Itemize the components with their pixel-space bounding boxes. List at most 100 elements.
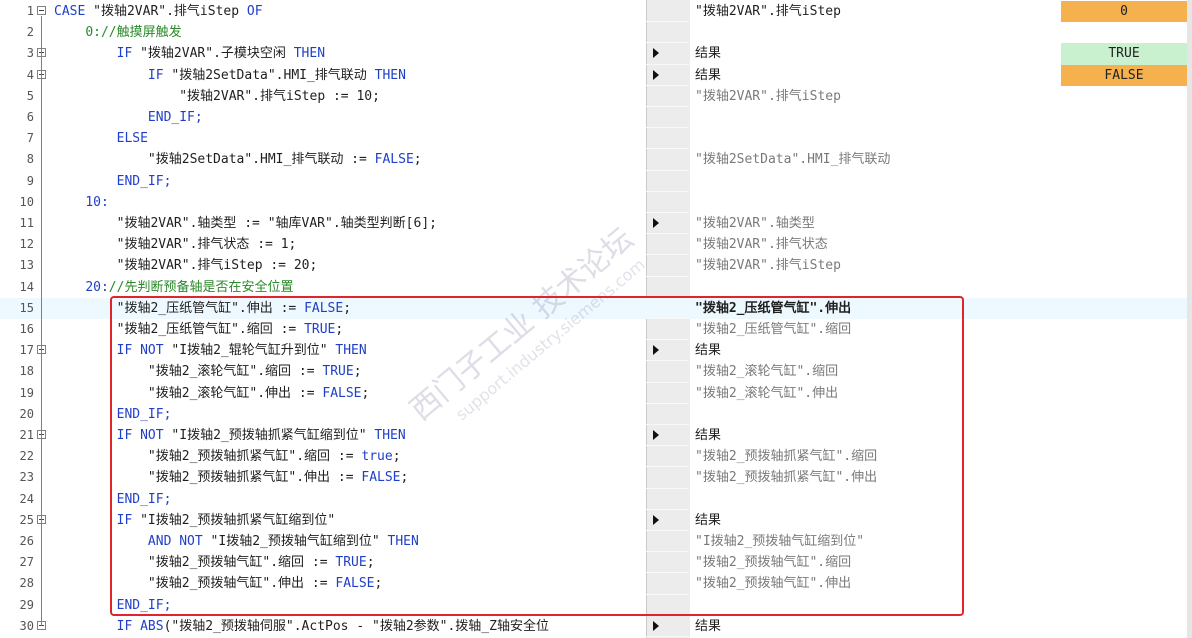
expand-arrow-icon[interactable] bbox=[653, 514, 659, 525]
code-line[interactable]: 24 END_IF; bbox=[0, 489, 1192, 510]
line-number: 3 bbox=[26, 46, 34, 61]
code-line[interactable]: 13 "拨轴2VAR".排气iStep := 20; "拨轴2VAR".排气iSt… bbox=[0, 255, 1192, 277]
code-text[interactable]: "拨轴2VAR".排气状态 := 1; bbox=[54, 234, 646, 255]
code-line[interactable]: 3 IF "拨轴2VAR".子模块空闲 THEN 结果 TRUE bbox=[0, 43, 1192, 65]
expand-arrow-icon[interactable] bbox=[653, 48, 659, 59]
line-number: 27 bbox=[19, 555, 34, 570]
monitor-gutter-cell bbox=[646, 595, 689, 616]
code-text[interactable]: END_IF; bbox=[54, 107, 646, 128]
code-text[interactable]: IF "拨轴2VAR".子模块空闲 THEN bbox=[54, 43, 646, 64]
code-line[interactable]: 28 "拨轴2_预拨轴气缸".伸出 := FALSE; "拨轴2_预拨轴气缸".伸… bbox=[0, 573, 1192, 595]
code-line[interactable]: 12 "拨轴2VAR".排气状态 := 1; "拨轴2VAR".排气状态 bbox=[0, 234, 1192, 256]
code-text[interactable]: END_IF; bbox=[54, 171, 646, 192]
line-number: 20 bbox=[19, 406, 34, 421]
monitor-expression: 结果 bbox=[695, 512, 722, 528]
code-line[interactable]: 5 "拨轴2VAR".排气iStep := 10; "拨轴2VAR".排气iSte… bbox=[0, 86, 1192, 107]
code-text[interactable]: "拨轴2_滚轮气缸".伸出 := FALSE; bbox=[54, 383, 646, 404]
expand-arrow-icon[interactable] bbox=[653, 620, 659, 631]
code-line[interactable]: 9 END_IF; bbox=[0, 171, 1192, 192]
monitor-expression: 结果 bbox=[695, 67, 722, 83]
code-line[interactable]: 18 "拨轴2_滚轮气缸".缩回 := TRUE; "拨轴2_滚轮气缸".缩回 bbox=[0, 361, 1192, 383]
code-line[interactable]: 22 "拨轴2_预拨轴抓紧气缸".缩回 := true; "拨轴2_预拨轴抓紧气缸… bbox=[0, 446, 1192, 468]
code-text[interactable]: IF NOT "I拨轴2_预拨轴抓紧气缸缩到位" THEN bbox=[54, 425, 646, 446]
code-line[interactable]: 21 IF NOT "I拨轴2_预拨轴抓紧气缸缩到位" THEN 结果 bbox=[0, 425, 1192, 447]
monitor-expression: "拨轴2_预拨轴气缸".缩回 bbox=[695, 555, 852, 571]
code-line[interactable]: 14 20://先判断预备轴是否在安全位置 bbox=[0, 277, 1192, 298]
code-text[interactable]: IF "I拨轴2_预拨轴抓紧气缸缩到位" bbox=[54, 510, 646, 531]
line-number: 4 bbox=[26, 67, 34, 82]
line-number: 28 bbox=[19, 576, 34, 591]
code-text[interactable]: IF ABS("拨轴2_预拨轴伺服".ActPos - "拨轴2参数".拨轴_Z… bbox=[54, 616, 646, 637]
code-text[interactable]: "拨轴2VAR".排气iStep := 20; bbox=[54, 255, 646, 276]
code-text[interactable]: 20://先判断预备轴是否在安全位置 bbox=[54, 277, 646, 298]
code-text[interactable]: IF NOT "I拨轴2_辊轮气缸升到位" THEN bbox=[54, 340, 646, 361]
code-line[interactable]: 1 CASE "拨轴2VAR".排气iStep OF "拨轴2VAR".排气iSte… bbox=[0, 1, 1192, 23]
code-line[interactable]: 7 ELSE bbox=[0, 128, 1192, 150]
line-number: 24 bbox=[19, 491, 34, 506]
code-text[interactable]: END_IF; bbox=[54, 489, 646, 510]
code-line[interactable]: 6 END_IF; bbox=[0, 107, 1192, 129]
code-text[interactable]: 0://触摸屏触发 bbox=[54, 22, 646, 43]
line-number: 19 bbox=[19, 385, 34, 400]
scl-editor[interactable]: 1 CASE "拨轴2VAR".排气iStep OF "拨轴2VAR".排气iSte… bbox=[0, 0, 1192, 638]
fold-guide-line bbox=[41, 524, 42, 605]
code-line[interactable]: 19 "拨轴2_滚轮气缸".伸出 := FALSE; "拨轴2_滚轮气缸".伸出 bbox=[0, 383, 1192, 404]
code-line[interactable]: 23 "拨轴2_预拨轴抓紧气缸".伸出 := FALSE; "拨轴2_预拨轴抓紧气… bbox=[0, 467, 1192, 489]
monitor-expression: "拨轴2_预拨轴气缸".伸出 bbox=[695, 576, 852, 592]
monitor-value: 0 bbox=[1061, 1, 1187, 23]
code-text[interactable]: 10: bbox=[54, 192, 646, 213]
monitor-expression: "拨轴2SetData".HMI_排气联动 bbox=[695, 152, 891, 168]
code-line[interactable]: 30 IF ABS("拨轴2_预拨轴伺服".ActPos - "拨轴2参数".拨… bbox=[0, 616, 1192, 637]
code-text[interactable]: "拨轴2VAR".轴类型 := "轴库VAR".轴类型判断[6]; bbox=[54, 213, 646, 234]
fold-toggle-icon[interactable] bbox=[37, 6, 46, 15]
monitor-gutter-cell bbox=[646, 361, 689, 383]
code-line[interactable]: 2 0://触摸屏触发 bbox=[0, 22, 1192, 44]
code-text[interactable]: "拨轴2VAR".排气iStep := 10; bbox=[54, 86, 646, 107]
code-text[interactable]: AND NOT "I拨轴2_预拨轴气缸缩到位" THEN bbox=[54, 531, 646, 552]
fold-guide-line bbox=[41, 58, 42, 181]
monitor-expression: "拨轴2_滚轮气缸".伸出 bbox=[695, 385, 839, 401]
line-number: 15 bbox=[19, 300, 34, 315]
code-text[interactable]: CASE "拨轴2VAR".排气iStep OF bbox=[54, 1, 646, 22]
monitor-value: FALSE bbox=[1061, 64, 1187, 86]
expand-arrow-icon[interactable] bbox=[653, 345, 659, 356]
code-line[interactable]: 26 AND NOT "I拨轴2_预拨轴气缸缩到位" THEN "I拨轴2_预拨轴… bbox=[0, 531, 1192, 553]
code-text[interactable]: "拨轴2_滚轮气缸".缩回 := TRUE; bbox=[54, 361, 646, 382]
code-text[interactable]: "拨轴2_预拨轴抓紧气缸".伸出 := FALSE; bbox=[54, 467, 646, 488]
code-text[interactable]: IF "拨轴2SetData".HMI_排气联动 THEN bbox=[54, 65, 646, 86]
code-text[interactable]: "拨轴2_压纸管气缸".缩回 := TRUE; bbox=[54, 319, 646, 340]
vertical-scrollbar[interactable] bbox=[1187, 0, 1192, 638]
code-line[interactable]: 25 IF "I拨轴2_预拨轴抓紧气缸缩到位" 结果 bbox=[0, 510, 1192, 531]
code-line[interactable]: 10 10: bbox=[0, 192, 1192, 213]
code-text[interactable]: "拨轴2_预拨轴抓紧气缸".缩回 := true; bbox=[54, 446, 646, 467]
code-text[interactable]: END_IF; bbox=[54, 595, 646, 616]
code-text[interactable]: END_IF; bbox=[54, 404, 646, 425]
line-number: 30 bbox=[19, 618, 34, 633]
monitor-gutter-cell bbox=[646, 192, 689, 213]
expand-arrow-icon[interactable] bbox=[653, 218, 659, 228]
code-line[interactable]: 20 END_IF; bbox=[0, 404, 1192, 425]
code-line[interactable]: 15 "拨轴2_压纸管气缸".伸出 := FALSE; "拨轴2_压纸管气缸".伸… bbox=[0, 297, 1192, 319]
line-number: 5 bbox=[26, 88, 34, 103]
line-number: 21 bbox=[19, 428, 34, 442]
code-line[interactable]: 4 IF "拨轴2SetData".HMI_排气联动 THEN 结果 FALSE bbox=[0, 64, 1192, 86]
line-number: 10 bbox=[19, 194, 34, 209]
monitor-gutter-cell bbox=[646, 22, 689, 44]
code-line[interactable]: 29 END_IF; bbox=[0, 595, 1192, 616]
code-text[interactable]: ELSE bbox=[54, 128, 646, 149]
code-text[interactable]: "拨轴2_预拨轴气缸".缩回 := TRUE; bbox=[54, 552, 646, 573]
code-line[interactable]: 8 "拨轴2SetData".HMI_排气联动 := FALSE; "拨轴2Set… bbox=[0, 149, 1192, 171]
expand-arrow-icon[interactable] bbox=[653, 69, 659, 80]
line-number: 26 bbox=[19, 534, 34, 548]
expand-arrow-icon[interactable] bbox=[653, 430, 659, 440]
code-line[interactable]: 16 "拨轴2_压纸管气缸".缩回 := TRUE; "拨轴2_压纸管气缸".缩回 bbox=[0, 319, 1192, 341]
code-line[interactable]: 27 "拨轴2_预拨轴气缸".缩回 := TRUE; "拨轴2_预拨轴气缸".缩回 bbox=[0, 552, 1192, 574]
monitor-expression: "拨轴2_滚轮气缸".缩回 bbox=[695, 364, 839, 380]
code-line[interactable]: 17 IF NOT "I拨轴2_辊轮气缸升到位" THEN 结果 bbox=[0, 340, 1192, 362]
code-text[interactable]: "拨轴2_预拨轴气缸".伸出 := FALSE; bbox=[54, 573, 646, 594]
code-text[interactable]: "拨轴2_压纸管气缸".伸出 := FALSE; bbox=[54, 298, 646, 319]
monitor-value: TRUE bbox=[1061, 43, 1187, 65]
line-number: 16 bbox=[19, 322, 34, 336]
code-line[interactable]: 11 "拨轴2VAR".轴类型 := "轴库VAR".轴类型判断[6]; "拨轴2… bbox=[0, 213, 1192, 235]
code-text[interactable]: "拨轴2SetData".HMI_排气联动 := FALSE; bbox=[54, 149, 646, 170]
